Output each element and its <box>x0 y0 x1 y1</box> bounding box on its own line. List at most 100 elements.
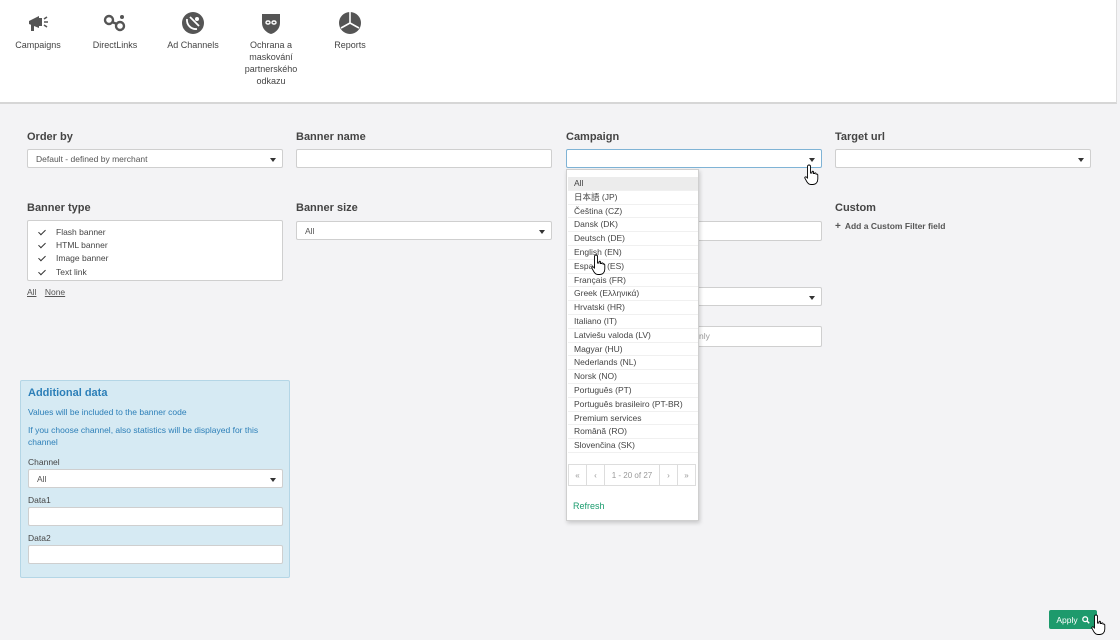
add-custom-filter-link[interactable]: + Add a Custom Filter field <box>835 221 945 232</box>
hidden-filter-input-2[interactable]: nly <box>680 326 822 347</box>
page-info: 1 - 20 of 27 <box>604 464 660 486</box>
banner-type-label: Banner type <box>27 202 91 214</box>
hidden-filter-input[interactable] <box>680 221 822 241</box>
campaign-option[interactable]: Română (RO) <box>568 425 698 440</box>
additional-data-title: Additional data <box>28 387 108 399</box>
order-by-label: Order by <box>27 131 73 143</box>
option-label: Flash banner <box>56 226 106 237</box>
mask-icon <box>262 14 280 34</box>
banner-size-select[interactable]: All <box>296 221 552 240</box>
megaphone-icon <box>29 16 48 31</box>
campaign-option[interactable]: Português (PT) <box>568 384 698 398</box>
nav-ad-channels[interactable]: Ad Channels <box>155 11 231 51</box>
data2-input[interactable] <box>28 545 283 564</box>
nav-label: DirectLinks <box>92 40 138 50</box>
campaign-option[interactable]: Português brasileiro (PT-BR) <box>568 398 698 412</box>
select-links: All None <box>27 287 71 297</box>
chevron-down-icon <box>809 296 815 300</box>
option-label: Image banner <box>56 253 109 264</box>
hand-cursor-icon <box>804 164 819 185</box>
channel-label: Channel <box>28 457 60 467</box>
banner-name-input[interactable] <box>296 149 552 168</box>
campaign-option[interactable]: Français (FR) <box>568 274 698 288</box>
campaign-option[interactable]: Magyar (HU) <box>568 343 698 357</box>
order-by-select[interactable]: Default - defined by merchant <box>27 149 283 168</box>
data2-label: Data2 <box>28 533 51 543</box>
banner-size-label: Banner size <box>296 202 358 214</box>
checkbox-checked-icon[interactable] <box>38 228 46 236</box>
target-url-label: Target url <box>835 131 885 143</box>
chevron-down-icon <box>270 158 276 162</box>
last-page-button[interactable]: » <box>677 464 696 486</box>
link-icon <box>103 14 126 32</box>
target-url-select[interactable] <box>835 149 1091 168</box>
campaign-option[interactable]: English (EN) <box>568 246 698 260</box>
nav-campaigns[interactable]: Campaigns <box>0 11 76 51</box>
apply-button[interactable]: Apply <box>1049 610 1097 629</box>
pagination: « ‹ 1 - 20 of 27 › » <box>568 464 699 486</box>
custom-label: Custom <box>835 202 876 214</box>
hand-cursor-icon <box>1091 614 1106 635</box>
campaign-option[interactable]: Español (ES) <box>568 260 698 274</box>
campaign-dropdown: All 日本語 (JP) Čeština (CZ) Dansk (DK) Deu… <box>566 169 699 521</box>
banner-type-option[interactable]: Flash banner <box>38 225 282 238</box>
checkbox-checked-icon[interactable] <box>38 268 46 276</box>
data1-input[interactable] <box>28 507 283 526</box>
add-custom-filter-label: Add a Custom Filter field <box>844 221 946 231</box>
nav-label: Reports <box>334 40 366 50</box>
campaign-option[interactable]: Latviešu valoda (LV) <box>568 329 698 343</box>
checkbox-checked-icon[interactable] <box>38 241 46 249</box>
campaign-option[interactable]: Greek (Ελληνικά) <box>568 287 698 302</box>
nav-directlinks[interactable]: DirectLinks <box>77 11 153 51</box>
banner-type-option[interactable]: HTML banner <box>38 238 282 251</box>
checkbox-checked-icon[interactable] <box>38 254 46 262</box>
banner-type-option[interactable]: Text link <box>38 265 282 278</box>
chevron-down-icon <box>539 230 545 234</box>
select-all-link[interactable]: All <box>27 287 36 297</box>
nav-link-protection[interactable]: Ochrana a maskování partnerského odkazu <box>233 11 309 87</box>
channel-value: All <box>37 474 47 484</box>
additional-data-panel: Additional data Values will be included … <box>20 380 290 578</box>
first-page-button[interactable]: « <box>568 464 587 486</box>
option-label: Text link <box>56 266 87 277</box>
hand-cursor-icon <box>591 254 606 275</box>
nav-reports[interactable]: Reports <box>312 11 388 51</box>
refresh-link[interactable]: Refresh <box>573 501 605 511</box>
next-page-button[interactable]: › <box>659 464 678 486</box>
nav-label: Campaigns <box>15 40 61 50</box>
search-icon <box>1081 615 1090 624</box>
banner-type-list: Flash banner HTML banner Image banner Te… <box>27 220 283 281</box>
apply-label: Apply <box>1056 614 1078 625</box>
pie-chart-icon <box>339 12 361 34</box>
campaign-options-list: All 日本語 (JP) Čeština (CZ) Dansk (DK) Deu… <box>568 177 698 453</box>
campaign-option[interactable]: All <box>568 177 698 191</box>
prev-page-button[interactable]: ‹ <box>586 464 605 486</box>
campaign-option[interactable]: Italiano (IT) <box>568 315 698 329</box>
chevron-down-icon <box>270 478 276 482</box>
chevron-down-icon <box>1078 158 1084 162</box>
hidden-filter-select[interactable] <box>680 287 822 306</box>
channel-select[interactable]: All <box>28 469 283 488</box>
campaign-option[interactable]: Hrvatski (HR) <box>568 301 698 315</box>
additional-data-text1: Values will be included to the banner co… <box>28 407 187 417</box>
nav-label: Ochrana a maskování partnerského odkazu <box>244 40 298 86</box>
campaign-option[interactable]: Slovenčina (SK) <box>568 439 698 453</box>
order-by-value: Default - defined by merchant <box>36 154 148 164</box>
plus-icon: + <box>835 221 841 232</box>
option-label: HTML banner <box>56 239 108 250</box>
campaign-select[interactable] <box>566 149 822 168</box>
campaign-option[interactable]: Norsk (NO) <box>568 370 698 384</box>
campaign-option[interactable]: 日本語 (JP) <box>568 191 698 205</box>
select-none-link[interactable]: None <box>45 287 65 297</box>
banner-name-label: Banner name <box>296 131 366 143</box>
banner-size-value: All <box>305 226 315 236</box>
campaign-option[interactable]: Nederlands (NL) <box>568 356 698 371</box>
campaign-option[interactable]: Dansk (DK) <box>568 218 698 233</box>
campaign-option[interactable]: Deutsch (DE) <box>568 232 698 246</box>
campaign-option[interactable]: Premium services <box>568 412 698 426</box>
campaign-option[interactable]: Čeština (CZ) <box>568 205 698 219</box>
additional-data-text2: If you choose channel, also statistics w… <box>28 425 259 447</box>
nav-label: Ad Channels <box>167 40 219 50</box>
banner-type-option[interactable]: Image banner <box>38 252 282 265</box>
satellite-icon <box>182 12 204 34</box>
